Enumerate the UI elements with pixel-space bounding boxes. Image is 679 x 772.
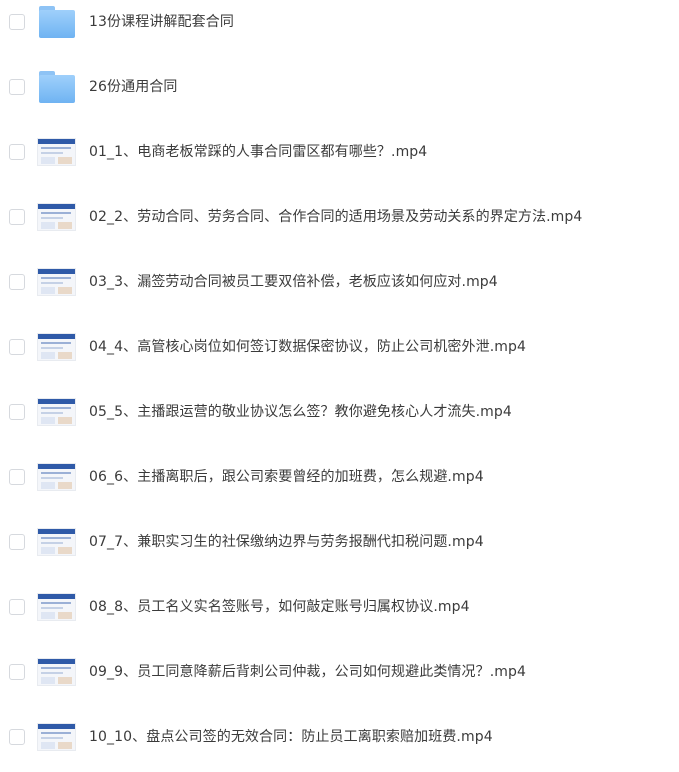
video-thumbnail-icon[interactable] (37, 717, 76, 757)
list-item[interactable]: 07_7、兼职实习生的社保缴纳边界与劳务报酬代扣税问题.mp4 (0, 509, 679, 574)
video-thumbnail-icon[interactable] (37, 522, 76, 562)
video-thumbnail-icon[interactable] (37, 132, 76, 172)
file-name[interactable]: 01_1、电商老板常踩的人事合同雷区都有哪些？.mp4 (89, 142, 427, 162)
file-name[interactable]: 10_10、盘点公司签的无效合同：防止员工离职索赔加班费.mp4 (89, 727, 493, 747)
checkbox[interactable] (9, 208, 25, 225)
list-item[interactable]: 09_9、员工同意降薪后背刺公司仲裁，公司如何规避此类情况？.mp4 (0, 639, 679, 704)
file-name[interactable]: 03_3、漏签劳动合同被员工要双倍补偿，老板应该如何应对.mp4 (89, 272, 498, 292)
file-name[interactable]: 13份课程讲解配套合同 (89, 12, 234, 32)
video-thumbnail-icon[interactable] (37, 587, 76, 627)
checkbox[interactable] (9, 143, 25, 160)
list-item[interactable]: 06_6、主播离职后，跟公司索要曾经的加班费，怎么规避.mp4 (0, 444, 679, 509)
list-item[interactable]: 26份通用合同 (0, 54, 679, 119)
checkbox[interactable] (9, 338, 25, 355)
checkbox[interactable] (9, 403, 25, 420)
list-item[interactable]: 04_4、高管核心岗位如何签订数据保密协议，防止公司机密外泄.mp4 (0, 314, 679, 379)
file-name[interactable]: 07_7、兼职实习生的社保缴纳边界与劳务报酬代扣税问题.mp4 (89, 532, 484, 552)
file-name[interactable]: 05_5、主播跟运营的敬业协议怎么签？教你避免核心人才流失.mp4 (89, 402, 512, 422)
video-thumbnail-icon[interactable] (37, 262, 76, 302)
file-name[interactable]: 26份通用合同 (89, 77, 178, 97)
video-thumbnail-icon[interactable] (37, 392, 76, 432)
file-list: 13份课程讲解配套合同 26份通用合同 01_1、电商老板常踩的人事合同雷区都有… (0, 0, 679, 772)
video-thumbnail-icon[interactable] (37, 652, 76, 692)
checkbox[interactable] (9, 13, 25, 30)
checkbox[interactable] (9, 468, 25, 485)
folder-icon[interactable] (37, 2, 76, 42)
list-item[interactable]: 10_10、盘点公司签的无效合同：防止员工离职索赔加班费.mp4 (0, 704, 679, 769)
file-name[interactable]: 08_8、员工名义实名签账号，如何敲定账号归属权协议.mp4 (89, 597, 470, 617)
file-name[interactable]: 02_2、劳动合同、劳务合同、合作合同的适用场景及劳动关系的界定方法.mp4 (89, 207, 582, 227)
checkbox[interactable] (9, 273, 25, 290)
checkbox[interactable] (9, 598, 25, 615)
video-thumbnail-icon[interactable] (37, 327, 76, 367)
file-name[interactable]: 04_4、高管核心岗位如何签订数据保密协议，防止公司机密外泄.mp4 (89, 337, 526, 357)
list-item[interactable]: 13份课程讲解配套合同 (0, 0, 679, 54)
checkbox[interactable] (9, 728, 25, 745)
checkbox[interactable] (9, 663, 25, 680)
checkbox[interactable] (9, 78, 25, 95)
list-item[interactable]: 05_5、主播跟运营的敬业协议怎么签？教你避免核心人才流失.mp4 (0, 379, 679, 444)
video-thumbnail-icon[interactable] (37, 197, 76, 237)
list-item[interactable]: 03_3、漏签劳动合同被员工要双倍补偿，老板应该如何应对.mp4 (0, 249, 679, 314)
folder-icon[interactable] (37, 67, 76, 107)
video-thumbnail-icon[interactable] (37, 457, 76, 497)
list-item[interactable]: 01_1、电商老板常踩的人事合同雷区都有哪些？.mp4 (0, 119, 679, 184)
file-name[interactable]: 06_6、主播离职后，跟公司索要曾经的加班费，怎么规避.mp4 (89, 467, 484, 487)
file-name[interactable]: 09_9、员工同意降薪后背刺公司仲裁，公司如何规避此类情况？.mp4 (89, 662, 526, 682)
list-item[interactable]: 08_8、员工名义实名签账号，如何敲定账号归属权协议.mp4 (0, 574, 679, 639)
list-item[interactable]: 02_2、劳动合同、劳务合同、合作合同的适用场景及劳动关系的界定方法.mp4 (0, 184, 679, 249)
checkbox[interactable] (9, 533, 25, 550)
